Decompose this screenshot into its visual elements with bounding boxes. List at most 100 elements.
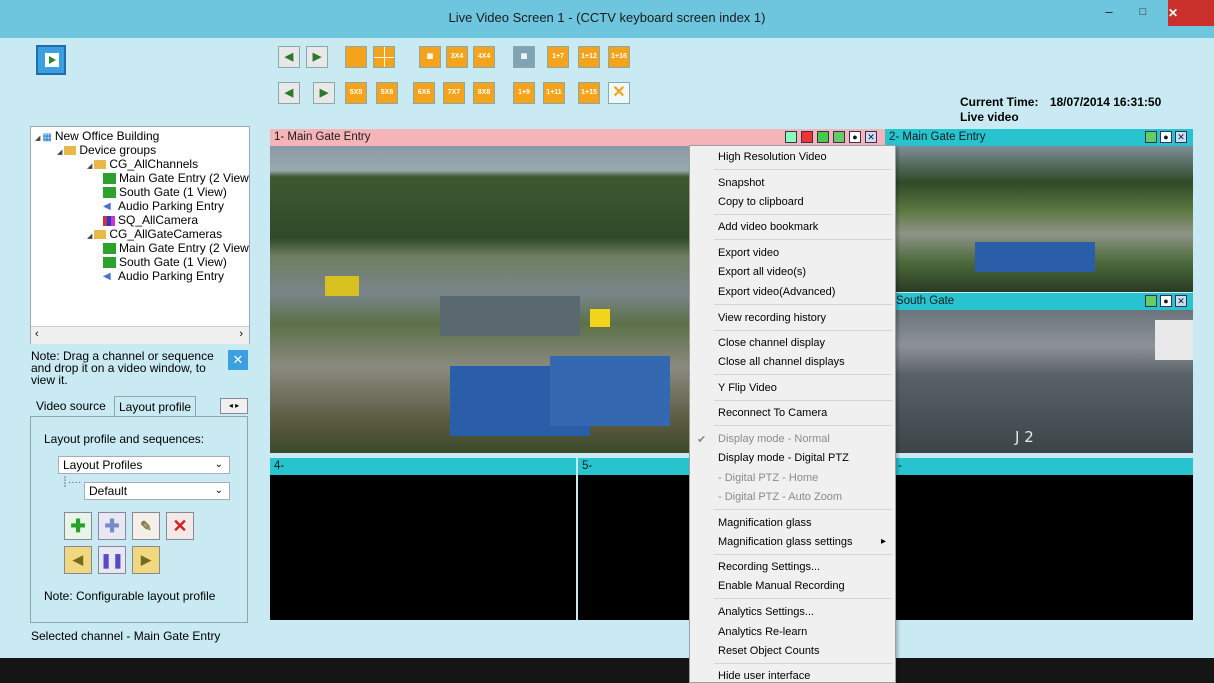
- layout-profiles-select[interactable]: Layout Profiles ⌄: [58, 456, 230, 474]
- layout-3x4-button[interactable]: 3X4: [446, 46, 468, 68]
- layout-7x7-button[interactable]: 7X7: [443, 82, 465, 104]
- next-page-icon[interactable]: ▶: [306, 46, 328, 68]
- snapshot-icon[interactable]: ●: [849, 131, 861, 143]
- speaker-icon[interactable]: [1145, 295, 1157, 307]
- video3-feed[interactable]: J 2: [885, 310, 1193, 453]
- delete-profile-button[interactable]: ✕: [166, 512, 194, 540]
- audio-toggle-icon[interactable]: [817, 131, 829, 143]
- close-video-icon[interactable]: ✕: [1175, 295, 1187, 307]
- menu-item-export-all[interactable]: Export all video(s): [718, 266, 806, 278]
- layout-2x2-button[interactable]: [373, 46, 395, 68]
- menu-item-hide-ui[interactable]: Hide user interface: [718, 670, 810, 682]
- speaker-icon[interactable]: [1145, 131, 1157, 143]
- menu-item-close-channel[interactable]: Close channel display: [718, 337, 825, 349]
- video1-header[interactable]: 1- Main Gate Entry ● ✕: [270, 129, 885, 146]
- layout-1p11-button[interactable]: 1+11: [543, 82, 565, 104]
- tree-node-south-gate[interactable]: South Gate (1 View): [103, 185, 227, 199]
- menu-item-display-ptz[interactable]: Display mode - Digital PTZ: [718, 452, 849, 464]
- menu-item-high-resolution[interactable]: High Resolution Video: [718, 151, 827, 163]
- layout-1p15-button[interactable]: 1+15: [578, 82, 600, 104]
- menu-item-analytics-settings[interactable]: Analytics Settings...: [718, 606, 814, 618]
- minimize-button[interactable]: –: [1096, 2, 1122, 24]
- menu-item-yflip[interactable]: Y Flip Video: [718, 382, 777, 394]
- menu-item-ptz-autozoom[interactable]: - Digital PTZ - Auto Zoom: [718, 491, 842, 503]
- menu-item-recording-settings[interactable]: Recording Settings...: [718, 561, 820, 573]
- tree-node-main-gate[interactable]: Main Gate Entry (2 View: [103, 171, 249, 185]
- layout-6x6-button[interactable]: 6X6: [413, 82, 435, 104]
- layout-8x8-button[interactable]: 8X8: [473, 82, 495, 104]
- close-video-icon[interactable]: ✕: [1175, 131, 1187, 143]
- layout-1x1-button[interactable]: [345, 46, 367, 68]
- add-profile-button[interactable]: ✚: [64, 512, 92, 540]
- menu-item-copy-clipboard[interactable]: Copy to clipboard: [718, 196, 804, 208]
- tab-scroll[interactable]: ◂ ▸: [220, 398, 248, 414]
- previous-profile-button[interactable]: ◀: [64, 546, 92, 574]
- menu-item-magnification-settings[interactable]: Magnification glass settings: [718, 536, 853, 548]
- tab-video-source[interactable]: Video source: [32, 396, 110, 416]
- speaker-icon[interactable]: [833, 131, 845, 143]
- menu-item-close-all-channels[interactable]: Close all channel displays: [718, 356, 845, 368]
- prev-page-icon[interactable]: ◀: [278, 46, 300, 68]
- snapshot-icon[interactable]: ●: [1160, 295, 1172, 307]
- video4-header[interactable]: 4-: [270, 458, 576, 475]
- layout-1p9-button[interactable]: 1+9: [513, 82, 535, 104]
- tree-horizontal-scrollbar[interactable]: ‹ ›: [31, 326, 249, 344]
- scroll-right-icon[interactable]: ›: [239, 328, 243, 340]
- menu-item-snapshot[interactable]: Snapshot: [718, 177, 764, 189]
- collapse-icon[interactable]: ◢: [57, 149, 62, 156]
- last-page-icon[interactable]: ▶: [313, 82, 335, 104]
- menu-item-magnification[interactable]: Magnification glass: [718, 517, 812, 529]
- video3-header[interactable]: - South Gate ● ✕: [885, 293, 1193, 310]
- scroll-left-icon[interactable]: ‹: [35, 328, 39, 340]
- add-sequence-button[interactable]: ✚: [98, 512, 126, 540]
- record-icon[interactable]: [801, 131, 813, 143]
- tools-icon[interactable]: ✕: [228, 350, 248, 370]
- default-profile-select[interactable]: Default ⌄: [84, 482, 230, 500]
- video6-feed[interactable]: [886, 475, 1193, 620]
- layout-3x3-button[interactable]: ▦: [419, 46, 441, 68]
- layout-custom-button[interactable]: ▦: [513, 46, 535, 68]
- pause-sequence-button[interactable]: ❚❚: [98, 546, 126, 574]
- ptz-icon[interactable]: [785, 131, 797, 143]
- panel-toggle-button[interactable]: [36, 45, 66, 75]
- menu-item-manual-recording[interactable]: Enable Manual Recording: [718, 580, 845, 592]
- menu-item-display-normal[interactable]: Display mode - Normal: [718, 433, 830, 445]
- tab-scroll-right-icon[interactable]: ▸: [235, 401, 239, 410]
- menu-item-export-advanced[interactable]: Export video(Advanced): [718, 286, 835, 298]
- restore-button[interactable]: □: [1130, 2, 1156, 24]
- tree-node-main-gate-2[interactable]: Main Gate Entry (2 View: [103, 241, 249, 255]
- layout-1p16-button[interactable]: 1+16: [608, 46, 630, 68]
- layout-5x6-button[interactable]: 5X6: [376, 82, 398, 104]
- collapse-icon[interactable]: ◢: [87, 163, 92, 170]
- menu-item-analytics-relearn[interactable]: Analytics Re-learn: [718, 626, 807, 638]
- video2-feed[interactable]: [885, 146, 1193, 292]
- menu-item-recording-history[interactable]: View recording history: [718, 312, 826, 324]
- fullscreen-icon[interactable]: ✕: [608, 82, 630, 104]
- menu-item-reset-counts[interactable]: Reset Object Counts: [718, 645, 820, 657]
- close-video-icon[interactable]: ✕: [865, 131, 877, 143]
- collapse-icon[interactable]: ◢: [87, 233, 92, 240]
- video6-header[interactable]: -: [886, 458, 1193, 475]
- video4-feed[interactable]: [270, 475, 576, 620]
- menu-item-export-video[interactable]: Export video: [718, 247, 779, 259]
- edit-profile-button[interactable]: ✎: [132, 512, 160, 540]
- tree-node-audio-parking[interactable]: ◀ Audio Parking Entry: [103, 199, 224, 213]
- tree-node-south-gate-2[interactable]: South Gate (1 View): [103, 255, 227, 269]
- close-button[interactable]: ✕: [1168, 0, 1214, 26]
- menu-item-reconnect[interactable]: Reconnect To Camera: [718, 407, 827, 419]
- snapshot-icon[interactable]: ●: [1160, 131, 1172, 143]
- layout-1p7-button[interactable]: 1+7: [547, 46, 569, 68]
- tree-node-audio-parking-2[interactable]: ◀ Audio Parking Entry: [103, 269, 224, 283]
- tab-layout-profile[interactable]: Layout profile: [114, 396, 197, 418]
- layout-4x4-button[interactable]: 4X4: [473, 46, 495, 68]
- layout-5x5-button[interactable]: 5X5: [345, 82, 367, 104]
- first-page-icon[interactable]: ◀: [278, 82, 300, 104]
- collapse-icon[interactable]: ◢: [35, 135, 40, 142]
- layout-1p12-button[interactable]: 1+12: [578, 46, 600, 68]
- tree-node-sq-allcamera[interactable]: SQ_AllCamera: [103, 213, 198, 227]
- menu-item-ptz-home[interactable]: - Digital PTZ - Home: [718, 472, 818, 484]
- menu-item-add-bookmark[interactable]: Add video bookmark: [718, 221, 818, 233]
- next-profile-button[interactable]: ▶: [132, 546, 160, 574]
- tab-scroll-left-icon[interactable]: ◂: [229, 401, 233, 410]
- video2-header[interactable]: 2- Main Gate Entry ● ✕: [885, 129, 1193, 146]
